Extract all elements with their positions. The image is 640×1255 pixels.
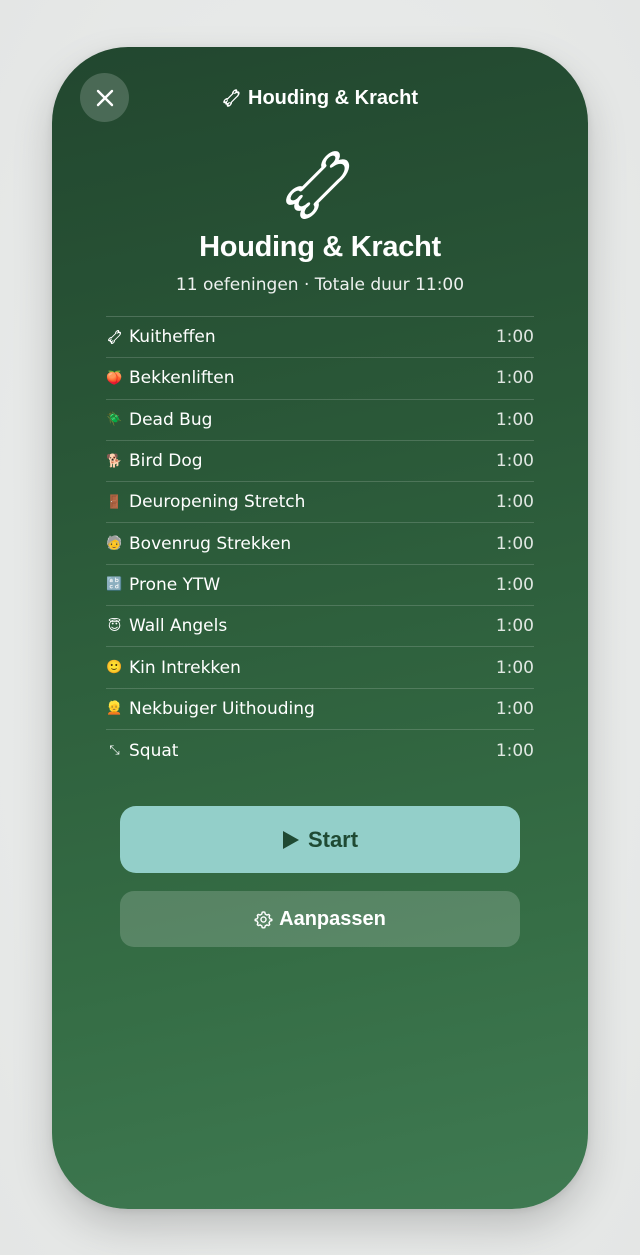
exercise-name: Bovenrug Strekken — [129, 533, 292, 554]
play-icon — [282, 830, 299, 849]
workout-title: Houding & Kracht — [199, 231, 441, 263]
exercise-row-bird-dog[interactable]: 🐕 Bird Dog 1:00 — [106, 441, 534, 483]
exercise-row-prone-ytw[interactable]: 🔡 Prone YTW 1:00 — [106, 565, 534, 607]
smile-icon: 🙂 — [106, 660, 123, 676]
exercise-name: Kuitheffen — [129, 327, 216, 348]
exercise-name: Deuropening Stretch — [129, 492, 306, 513]
exercise-name: Squat — [129, 740, 179, 761]
exercise-row-bovenrug-strekken[interactable]: 🧓 Bovenrug Strekken 1:00 — [106, 523, 534, 565]
header-title: Houding & Kracht — [52, 84, 588, 112]
start-button[interactable]: Start — [120, 806, 520, 873]
customize-button-label: Aanpassen — [279, 907, 386, 930]
person-icon: 👱 — [106, 701, 123, 717]
exercise-duration: 1:00 — [495, 740, 534, 761]
exercise-duration: 1:00 — [495, 657, 534, 678]
dog-icon: 🐕 — [106, 453, 123, 469]
bone-icon — [223, 89, 240, 107]
customize-button[interactable]: Aanpassen — [120, 891, 520, 947]
exercise-duration: 1:00 — [495, 327, 534, 348]
exercise-row-bekkenliften[interactable]: 🍑 Bekkenliften 1:00 — [106, 358, 534, 400]
exercise-duration: 1:00 — [495, 451, 534, 472]
exercise-row-wall-angels[interactable]: 😇 Wall Angels 1:00 — [106, 606, 534, 648]
gear-icon — [254, 910, 273, 929]
door-icon: 🚪 — [106, 494, 123, 510]
exercise-name: Bekkenliften — [129, 368, 235, 389]
person-icon: 🧓 — [106, 536, 123, 552]
workout-summary: 11 oefeningen · Totale duur 11:00 — [175, 275, 465, 295]
abcd-icon: 🔡 — [106, 577, 123, 593]
peach-icon: 🍑 — [106, 370, 123, 386]
angel-icon: 😇 — [107, 618, 122, 634]
exercise-name: Nekbuiger Uithouding — [129, 698, 315, 719]
bug-icon: 🪲 — [106, 412, 123, 428]
exercise-name: Wall Angels — [129, 616, 228, 637]
exercise-row-kin-intrekken[interactable]: 🙂 Kin Intrekken 1:00 — [106, 647, 534, 689]
start-button-label: Start — [307, 826, 359, 852]
workout-sheet: Houding & Kracht Houding & Kracht 11 oef… — [52, 47, 588, 1209]
exercise-row-deuropening-stretch[interactable]: 🚪 Deuropening Stretch 1:00 — [106, 482, 534, 524]
exercise-duration: 1:00 — [495, 533, 534, 554]
resize-arrow-icon: ⤡ — [109, 743, 120, 759]
exercise-list: Kuitheffen 1:00 🍑 Bekkenliften 1:00 🪲 De… — [106, 316, 534, 771]
exercise-duration: 1:00 — [495, 409, 534, 430]
exercise-duration: 1:00 — [495, 368, 534, 389]
exercise-name: Prone YTW — [129, 574, 221, 595]
exercise-row-kuitheffen[interactable]: Kuitheffen 1:00 — [106, 317, 534, 359]
screen-background: Houding & Kracht Houding & Kracht 11 oef… — [0, 0, 640, 1255]
exercise-row-nekbuiger-uithouding[interactable]: 👱 Nekbuiger Uithouding 1:00 — [106, 689, 534, 730]
exercise-row-squat[interactable]: ⤡ Squat 1:00 — [106, 730, 534, 771]
exercise-name: Dead Bug — [129, 409, 213, 430]
bone-icon — [286, 151, 350, 219]
exercise-duration: 1:00 — [495, 616, 534, 637]
exercise-duration: 1:00 — [495, 492, 534, 513]
header-title-text: Houding & Kracht — [248, 86, 418, 109]
exercise-duration: 1:00 — [495, 698, 534, 719]
exercise-row-dead-bug[interactable]: 🪲 Dead Bug 1:00 — [106, 400, 534, 441]
exercise-name: Bird Dog — [129, 451, 203, 472]
exercise-name: Kin Intrekken — [129, 657, 241, 678]
bone-icon — [106, 329, 123, 346]
exercise-duration: 1:00 — [495, 574, 534, 595]
